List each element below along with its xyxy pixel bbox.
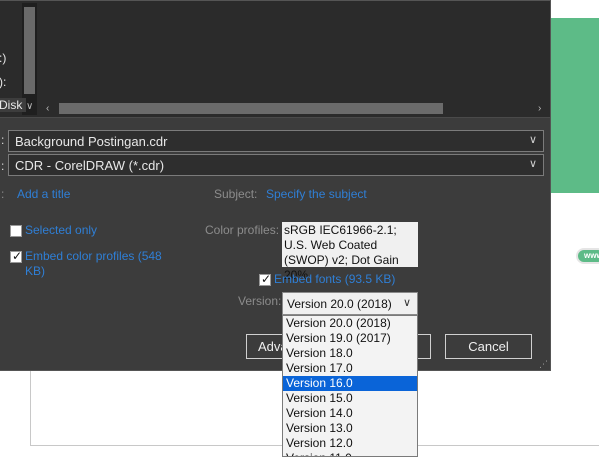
file-type-value: CDR - CorelDRAW (*.cdr) <box>15 158 165 173</box>
file-name-label-colon: : <box>1 133 5 147</box>
chevron-down-icon[interactable]: ∨ <box>403 296 411 309</box>
version-label: Version: <box>238 294 282 308</box>
selected-only-label[interactable]: Selected only <box>25 223 97 237</box>
file-name-value: Background Postingan.cdr <box>15 134 168 149</box>
horizontal-scrollbar-thumb[interactable] <box>59 103 443 114</box>
save-dialog: ∨ :) ): Disk ‹ › : Background Postingan.… <box>0 0 551 371</box>
version-option[interactable]: Version 13.0 <box>283 421 417 436</box>
background-green-banner <box>551 18 599 193</box>
version-option[interactable]: Version 11.0 <box>283 451 417 456</box>
color-profiles-label: Color profiles: <box>205 223 280 237</box>
version-option[interactable]: Version 20.0 (2018) <box>283 316 417 331</box>
version-option[interactable]: Version 19.0 (2017) <box>283 331 417 346</box>
embed-fonts-label[interactable]: Embed fonts (93.5 KB) <box>274 272 395 286</box>
drive-item-disk[interactable]: Disk <box>0 98 27 112</box>
resize-grip-icon[interactable]: ⋰ <box>539 359 548 370</box>
version-selected-value: Version 20.0 (2018) <box>287 297 392 311</box>
version-option[interactable]: Version 14.0 <box>283 406 417 421</box>
advanced-button[interactable]: Adva <box>246 334 288 359</box>
version-option[interactable]: Version 16.0 <box>283 376 417 391</box>
embed-color-profiles-checkbox[interactable] <box>10 249 22 263</box>
embed-fonts-checkbox[interactable] <box>259 272 271 286</box>
subject-label: Subject: <box>214 187 258 201</box>
chevron-left-icon[interactable]: ‹ <box>46 103 49 114</box>
file-type-label-colon: : <box>1 159 5 173</box>
file-type-select[interactable]: CDR - CorelDRAW (*.cdr) ∨ <box>8 154 544 176</box>
add-title-link[interactable]: Add a title <box>17 187 70 201</box>
cancel-button[interactable]: Cancel <box>445 334 532 359</box>
selected-only-checkbox[interactable] <box>10 225 22 237</box>
title-label-colon: : <box>1 187 5 201</box>
drive-item-d[interactable]: ): <box>0 75 6 89</box>
chevron-down-icon[interactable]: ∨ <box>529 133 537 146</box>
background-pill-button: www <box>576 248 599 264</box>
embed-color-profiles-label[interactable]: Embed color profiles (548 KB) <box>25 249 175 279</box>
version-option[interactable]: Version 12.0 <box>283 436 417 451</box>
version-option[interactable]: Version 15.0 <box>283 391 417 406</box>
file-name-field[interactable]: Background Postingan.cdr ∨ <box>8 130 544 152</box>
color-profiles-value: sRGB IEC61966-2.1; U.S. Web Coated (SWOP… <box>282 222 418 282</box>
save-button-edge[interactable] <box>417 334 431 359</box>
version-option[interactable]: Version 18.0 <box>283 346 417 361</box>
chevron-down-icon[interactable]: ∨ <box>26 101 33 112</box>
chevron-down-icon[interactable]: ∨ <box>529 157 537 170</box>
file-browser-pane: ∨ :) ): Disk ‹ › <box>0 1 550 118</box>
chevron-right-icon[interactable]: › <box>538 103 541 114</box>
specify-subject-link[interactable]: Specify the subject <box>266 187 367 201</box>
drive-item-c[interactable]: :) <box>0 51 6 65</box>
tree-scrollbar-thumb[interactable] <box>24 7 35 94</box>
version-select[interactable]: Version 20.0 (2018) ∨ <box>282 292 418 315</box>
version-option[interactable]: Version 17.0 <box>283 361 417 376</box>
version-dropdown-list: Version 20.0 (2018) Version 19.0 (2017) Ve… <box>282 315 418 457</box>
